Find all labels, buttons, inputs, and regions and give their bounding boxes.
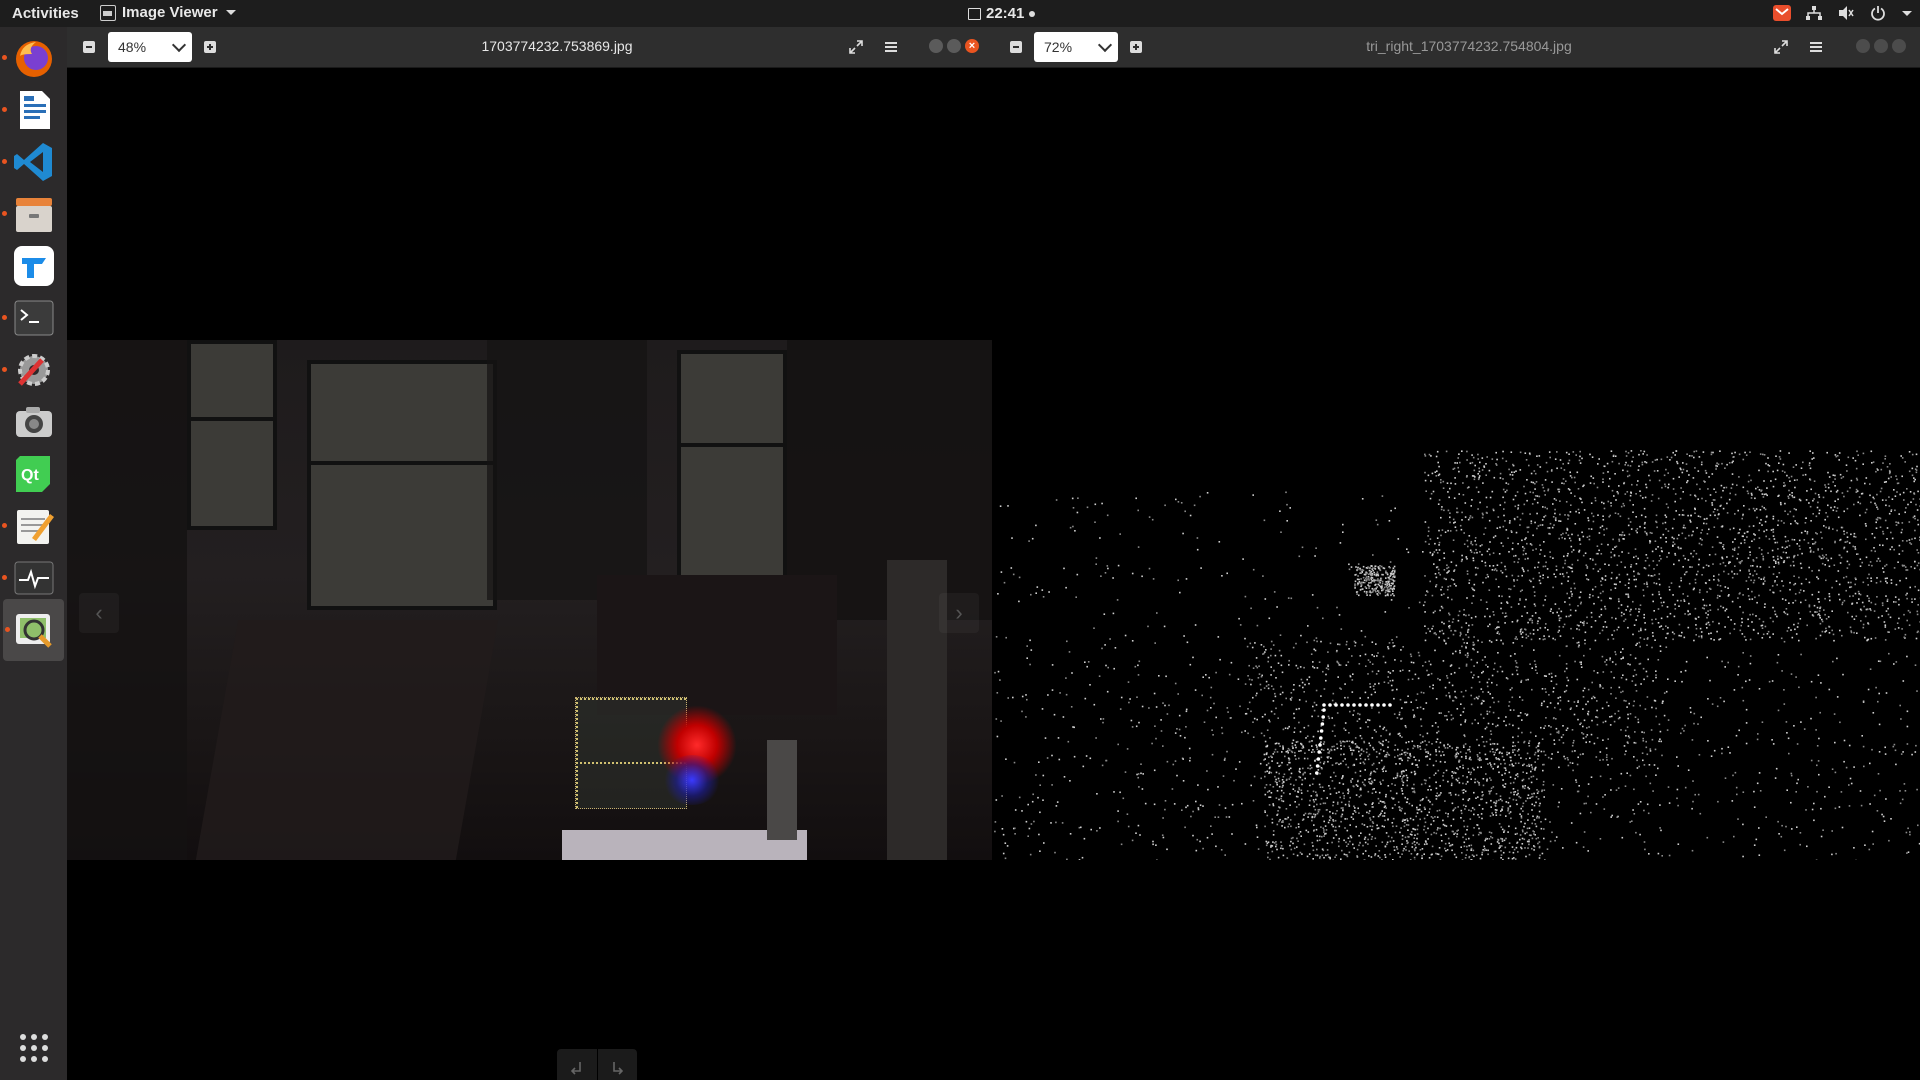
- files-icon: [15, 198, 52, 232]
- teamviewer-icon: [13, 246, 54, 286]
- vscode-icon: [13, 143, 52, 181]
- settings-tools-icon: [17, 354, 50, 386]
- header-bar: 48% 1703774232.753869.jpg ×: [67, 27, 994, 68]
- image-canvas[interactable]: [994, 67, 1920, 1080]
- running-indicator: [2, 315, 7, 320]
- notification-dot-icon: [1029, 10, 1036, 17]
- zoom-out-button[interactable]: [1005, 37, 1027, 57]
- image-viewer-icon: [15, 614, 52, 648]
- image-viewer-window-left: 48% 1703774232.753869.jpg × ‹ ›: [67, 27, 994, 1080]
- fullscreen-icon: [849, 40, 863, 54]
- text-editor-icon: [16, 510, 54, 544]
- close-button[interactable]: [1892, 39, 1906, 53]
- zoom-value: 48%: [118, 39, 147, 55]
- running-indicator: [2, 575, 7, 580]
- rotate-right-button[interactable]: [596, 1049, 638, 1080]
- camera-icon: [15, 407, 52, 437]
- chevron-down-icon: [1097, 37, 1113, 53]
- zoom-out-button[interactable]: [78, 37, 100, 57]
- close-button[interactable]: ×: [965, 39, 979, 53]
- minimize-button[interactable]: [929, 39, 943, 53]
- hamburger-menu-icon: [885, 42, 897, 52]
- zoom-dropdown[interactable]: 72%: [1034, 32, 1118, 62]
- next-image-button[interactable]: ›: [939, 593, 979, 633]
- top-bar: Activities Image Viewer 22:41: [0, 0, 1920, 27]
- firefox-icon: [15, 41, 52, 77]
- app-grid-icon: [19, 1034, 48, 1062]
- menu-button[interactable]: [880, 37, 902, 57]
- header-bar: 72% tri_right_1703774232.754804.jpg: [994, 27, 1920, 68]
- chevron-down-icon: [171, 37, 187, 53]
- rotate-left-button[interactable]: [557, 1049, 597, 1080]
- image-viewer-app-icon: [100, 4, 116, 21]
- running-indicator: [2, 211, 7, 216]
- chevron-down-icon: [225, 10, 236, 15]
- zoom-in-button[interactable]: [199, 37, 221, 57]
- fullscreen-button[interactable]: [1770, 37, 1792, 57]
- zoom-value: 72%: [1044, 39, 1073, 55]
- svg-text:Qt: Qt: [21, 467, 39, 484]
- app-menu[interactable]: Image Viewer: [100, 4, 236, 21]
- dock: Qt: [0, 27, 67, 1080]
- running-indicator: [2, 107, 7, 112]
- running-indicator: [2, 159, 7, 164]
- running-indicator: [2, 523, 7, 528]
- activities-button[interactable]: Activities: [12, 5, 79, 22]
- minimize-button[interactable]: [1856, 39, 1870, 53]
- power-icon[interactable]: [1868, 3, 1888, 23]
- zoom-in-icon: [1130, 41, 1142, 53]
- zoom-dropdown[interactable]: 48%: [108, 32, 192, 62]
- running-indicator: [2, 367, 7, 372]
- rotate-right-icon: [613, 1062, 624, 1075]
- running-indicator: [2, 55, 7, 60]
- fullscreen-icon: [1774, 40, 1788, 54]
- network-icon[interactable]: [1804, 3, 1824, 23]
- zoom-out-icon: [83, 41, 95, 53]
- rotate-left-icon: [570, 1062, 581, 1075]
- hamburger-menu-icon: [1810, 42, 1822, 52]
- show-applications-button[interactable]: [0, 1017, 67, 1079]
- qt-icon: Qt: [15, 456, 50, 492]
- maximize-button[interactable]: [947, 39, 961, 53]
- zoom-in-icon: [204, 41, 216, 53]
- event-camera-image: [994, 340, 1920, 860]
- window-title: 1703774232.753869.jpg: [481, 38, 633, 54]
- system-tray: [1772, 3, 1912, 23]
- rotate-controls: [557, 1049, 637, 1080]
- tray-app-icon[interactable]: [1772, 3, 1792, 23]
- maximize-button[interactable]: [1874, 39, 1888, 53]
- zoom-in-button[interactable]: [1125, 37, 1147, 57]
- chevron-down-icon[interactable]: [1902, 10, 1912, 16]
- volume-muted-icon[interactable]: [1836, 3, 1856, 23]
- previous-image-button[interactable]: ‹: [79, 593, 119, 633]
- clock-time: 22:41: [986, 5, 1025, 22]
- dock-item-image-viewer[interactable]: [3, 599, 64, 661]
- terminal-icon: [14, 300, 53, 336]
- fullscreen-button[interactable]: [845, 37, 867, 57]
- image-viewer-window-right: 72% tri_right_1703774232.754804.jpg: [994, 27, 1920, 1080]
- app-menu-label: Image Viewer: [122, 4, 218, 21]
- system-monitor-icon: [14, 561, 53, 595]
- calendar-icon: [968, 7, 981, 20]
- running-indicator: [5, 627, 10, 632]
- image-canvas[interactable]: ‹ ›: [67, 67, 994, 1080]
- document-writer-icon: [19, 91, 50, 129]
- camera-photo: [67, 340, 992, 860]
- clock[interactable]: 22:41: [968, 5, 1036, 22]
- menu-button[interactable]: [1805, 37, 1827, 57]
- zoom-out-icon: [1010, 41, 1022, 53]
- window-title: tri_right_1703774232.754804.jpg: [1366, 38, 1572, 54]
